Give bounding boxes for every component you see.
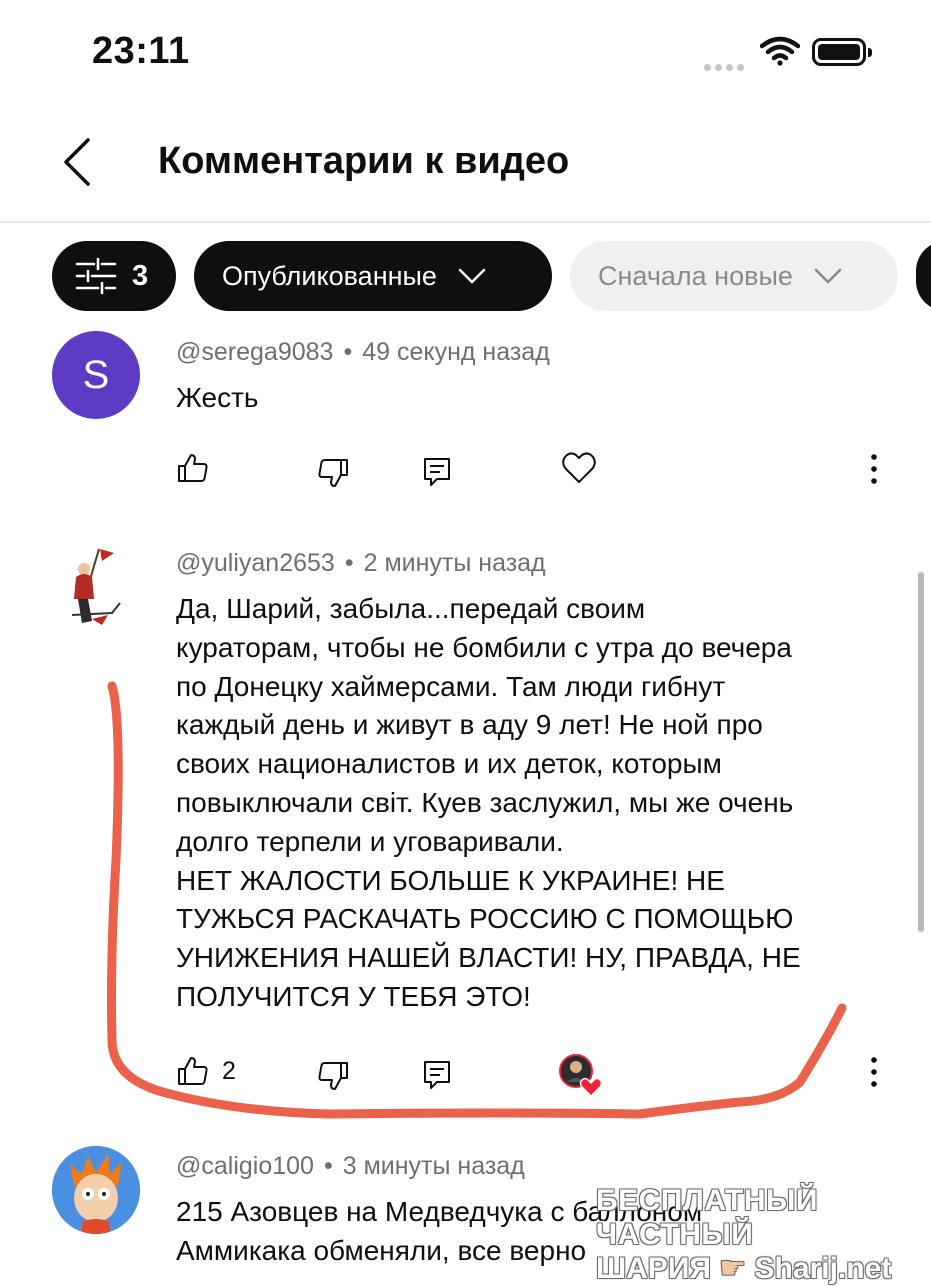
watermark-line2: ШАРИЯ ☛ Sharij.net <box>596 1252 926 1286</box>
comment-author[interactable]: @caligio100 <box>176 1152 314 1180</box>
avatar[interactable] <box>52 1146 140 1234</box>
watermark-brand: ШАРИЯ <box>596 1252 711 1285</box>
scrollbar[interactable] <box>918 572 924 932</box>
pointing-hand-icon: ☛ <box>719 1252 747 1285</box>
comment-time: 3 минуты назад <box>342 1152 525 1180</box>
annotation-underline <box>107 681 847 1119</box>
watermark: БЕСПЛАТНЫЙ ЧАСТНЫЙ ШАРИЯ ☛ Sharij.net <box>596 1184 926 1286</box>
watermark-site: Sharij.net <box>754 1252 892 1285</box>
avatar-image <box>52 1146 140 1234</box>
watermark-line1: БЕСПЛАТНЫЙ ЧАСТНЫЙ <box>596 1184 818 1251</box>
comment-meta: @caligio100 • 3 минуты назад <box>176 1152 525 1180</box>
